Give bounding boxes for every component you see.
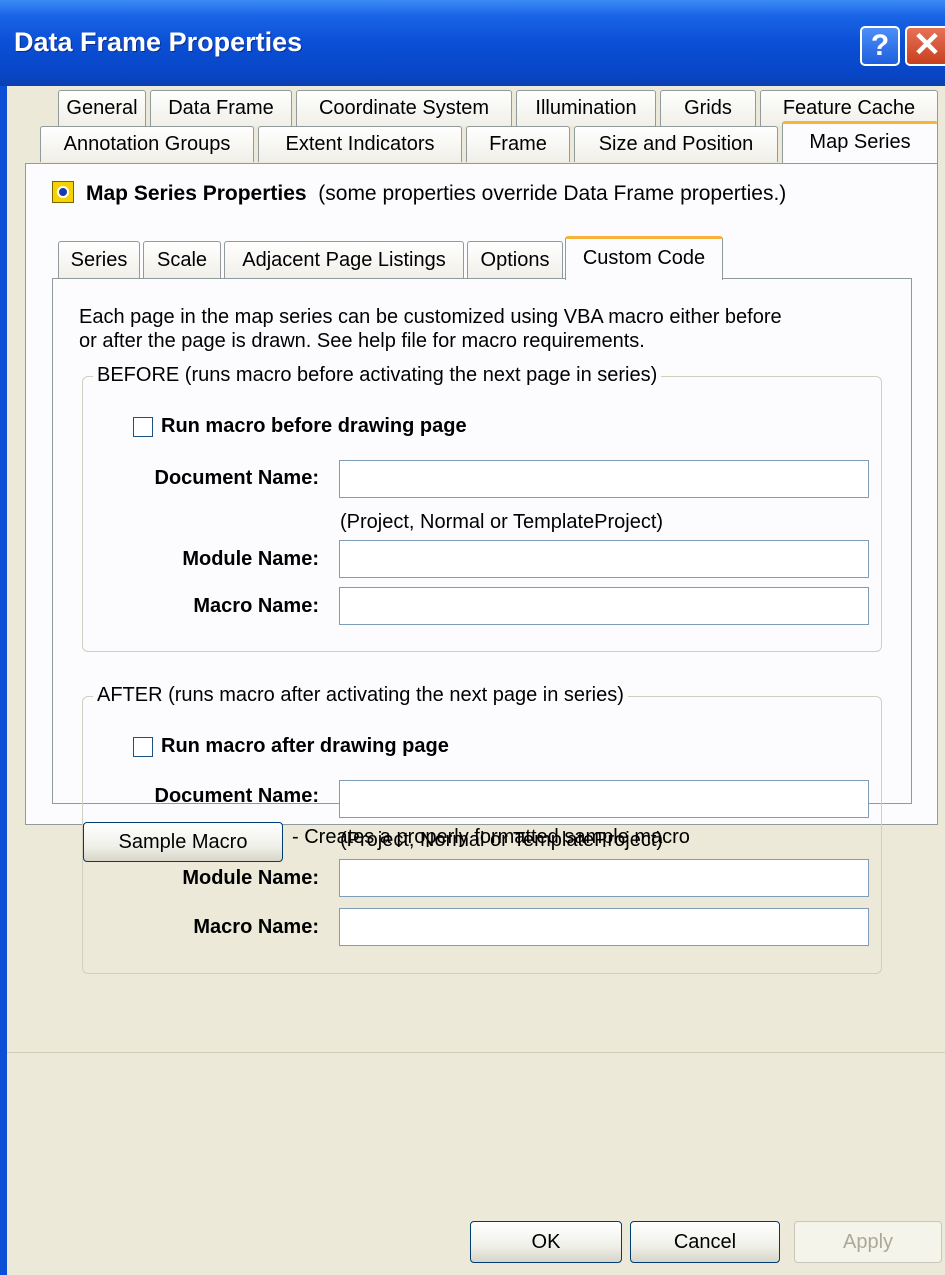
before-module-input[interactable] [339, 540, 869, 578]
tab-series[interactable]: Series [58, 241, 140, 279]
after-checkbox[interactable] [133, 736, 153, 757]
tab-extent-indicators[interactable]: Extent Indicators [258, 126, 462, 162]
tab-annotation-groups[interactable]: Annotation Groups [40, 126, 254, 162]
tab-coordinate-system[interactable]: Coordinate System [296, 90, 512, 126]
after-checkbox-row[interactable]: Run macro after drawing page [133, 735, 449, 758]
after-module-input[interactable] [339, 859, 869, 897]
before-checkbox-row[interactable]: Run macro before drawing page [133, 415, 467, 438]
tab-illumination[interactable]: Illumination [516, 90, 656, 126]
after-checkbox-label[interactable]: Run macro after drawing page [161, 735, 449, 757]
help-icon: ? [870, 29, 890, 62]
close-icon: ✕ [912, 26, 942, 64]
before-checkbox[interactable] [133, 416, 153, 437]
cancel-button[interactable]: Cancel [630, 1221, 780, 1263]
after-document-label: Document Name: [154, 785, 319, 807]
custom-code-description: Each page in the map series can be custo… [79, 305, 782, 353]
map-series-header-note: (some properties override Data Frame pro… [318, 182, 787, 205]
tab-adjacent-page-listings[interactable]: Adjacent Page Listings [224, 241, 464, 279]
after-macro-label: Macro Name: [193, 916, 319, 938]
map-series-header: Map Series Properties (some properties o… [86, 182, 786, 206]
footer-separator [7, 1052, 945, 1053]
tab-options[interactable]: Options [467, 241, 563, 279]
tab-frame[interactable]: Frame [466, 126, 570, 162]
before-group-legend: BEFORE (runs macro before activating the… [93, 364, 662, 387]
description-line-1: Each page in the map series can be custo… [79, 306, 782, 328]
dialog-window: Data Frame Properties ? ✕ General Data F… [0, 0, 945, 1275]
help-button[interactable]: ? [860, 26, 900, 66]
close-button[interactable]: ✕ [905, 26, 945, 66]
before-checkbox-label[interactable]: Run macro before drawing page [161, 415, 467, 437]
before-document-label: Document Name: [154, 467, 319, 489]
after-module-label: Module Name: [182, 867, 319, 889]
ok-button[interactable]: OK [470, 1221, 622, 1263]
window-frame-left [0, 86, 7, 1275]
before-module-label: Module Name: [182, 548, 319, 570]
window-title: Data Frame Properties [14, 27, 303, 57]
before-document-input[interactable] [339, 460, 869, 498]
before-macro-label: Macro Name: [193, 595, 319, 617]
tab-custom-code[interactable]: Custom Code [565, 236, 723, 280]
tab-map-series[interactable]: Map Series [782, 121, 938, 163]
after-macro-input[interactable] [339, 908, 869, 946]
tab-size-and-position[interactable]: Size and Position [574, 126, 778, 162]
sample-macro-note: - Creates a properly formatted sample ma… [292, 826, 690, 848]
after-document-input[interactable] [339, 780, 869, 818]
before-macro-input[interactable] [339, 587, 869, 625]
tab-general[interactable]: General [58, 90, 146, 126]
before-document-hint: (Project, Normal or TemplateProject) [340, 511, 664, 533]
description-line-2: or after the page is drawn. See help fil… [79, 330, 645, 352]
sample-macro-button[interactable]: Sample Macro [83, 822, 283, 862]
tab-data-frame[interactable]: Data Frame [150, 90, 292, 126]
title-bar[interactable]: Data Frame Properties ? ✕ [0, 0, 945, 86]
apply-button[interactable]: Apply [794, 1221, 942, 1263]
map-series-header-title: Map Series Properties [86, 182, 307, 205]
tab-grids[interactable]: Grids [660, 90, 756, 126]
after-group-legend: AFTER (runs macro after activating the n… [93, 684, 628, 707]
map-series-icon [52, 181, 74, 203]
before-group: BEFORE (runs macro before activating the… [82, 364, 882, 652]
tab-scale[interactable]: Scale [143, 241, 221, 279]
